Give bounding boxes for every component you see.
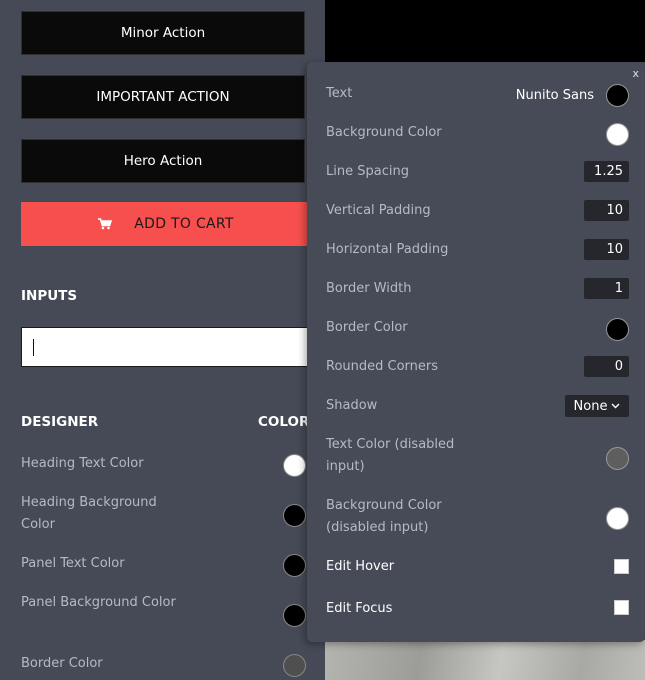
designer-row-label: Panel Text Color bbox=[21, 556, 125, 571]
disabled-text-color-label: Text Color (disabled input) bbox=[326, 437, 455, 474]
horizontal-padding-input[interactable]: 10 bbox=[584, 239, 629, 260]
vertical-padding-label: Vertical Padding bbox=[326, 203, 431, 218]
rounded-corners-label: Rounded Corners bbox=[326, 359, 439, 374]
designer-row-label: Border Color bbox=[21, 656, 103, 671]
color-column-heading: COLOR bbox=[258, 414, 310, 430]
panel-background-color-swatch[interactable] bbox=[283, 604, 306, 627]
border-color-swatch[interactable] bbox=[283, 654, 306, 677]
background-color-label: Background Color bbox=[326, 125, 442, 140]
chevron-down-icon bbox=[611, 403, 620, 409]
inputs-heading: INPUTS bbox=[21, 288, 78, 304]
important-action-button[interactable]: IMPORTANT ACTION bbox=[21, 75, 305, 119]
designer-row-label: Panel Background Color bbox=[21, 595, 176, 610]
edit-focus-checkbox[interactable] bbox=[614, 600, 629, 615]
background-color-swatch[interactable] bbox=[606, 123, 629, 146]
cart-icon bbox=[98, 218, 113, 230]
border-color-swatch[interactable] bbox=[606, 318, 629, 341]
shadow-label: Shadow bbox=[326, 398, 378, 413]
left-panel: Minor Action IMPORTANT ACTION Hero Actio… bbox=[0, 0, 325, 680]
rounded-corners-input[interactable]: 0 bbox=[584, 356, 629, 377]
shadow-select[interactable]: None bbox=[565, 395, 629, 417]
designer-row-label: Heading Text Color bbox=[21, 456, 144, 471]
horizontal-padding-label: Horizontal Padding bbox=[326, 242, 449, 257]
disabled-background-color-label: Background Color (disabled input) bbox=[326, 498, 442, 535]
disabled-background-color-swatch[interactable] bbox=[606, 507, 629, 530]
border-width-label: Border Width bbox=[326, 281, 412, 296]
edit-hover-checkbox[interactable] bbox=[614, 559, 629, 574]
vertical-padding-input[interactable]: 10 bbox=[584, 200, 629, 221]
add-to-cart-label: ADD TO CART bbox=[134, 216, 234, 232]
edit-hover-label: Edit Hover bbox=[326, 559, 395, 574]
text-color-swatch[interactable] bbox=[606, 84, 629, 107]
heading-text-color-swatch[interactable] bbox=[283, 454, 306, 477]
minor-action-button[interactable]: Minor Action bbox=[21, 11, 305, 55]
add-to-cart-button[interactable]: ADD TO CART bbox=[21, 202, 311, 246]
panel-text-color-swatch[interactable] bbox=[283, 554, 306, 577]
disabled-text-color-swatch[interactable] bbox=[606, 447, 629, 470]
line-spacing-label: Line Spacing bbox=[326, 164, 409, 179]
designer-row-label: Heading Background Color bbox=[21, 495, 157, 532]
edit-focus-label: Edit Focus bbox=[326, 601, 393, 616]
heading-background-color-swatch[interactable] bbox=[283, 504, 306, 527]
style-editor-popup: x Text Nunito Sans Background Color Line… bbox=[307, 62, 645, 642]
font-name[interactable]: Nunito Sans bbox=[516, 88, 594, 103]
hero-action-button[interactable]: Hero Action bbox=[21, 139, 305, 183]
line-spacing-input[interactable]: 1.25 bbox=[584, 161, 629, 182]
text-caret bbox=[33, 339, 34, 356]
border-width-input[interactable]: 1 bbox=[584, 278, 629, 299]
canvas-background-top bbox=[325, 0, 645, 62]
shadow-value: None bbox=[573, 398, 608, 414]
designer-heading: DESIGNER bbox=[21, 414, 99, 430]
text-input[interactable] bbox=[21, 327, 311, 367]
close-icon[interactable]: x bbox=[632, 67, 639, 80]
text-label: Text bbox=[326, 86, 353, 101]
border-color-label: Border Color bbox=[326, 320, 408, 335]
canvas-background-image bbox=[325, 640, 645, 680]
